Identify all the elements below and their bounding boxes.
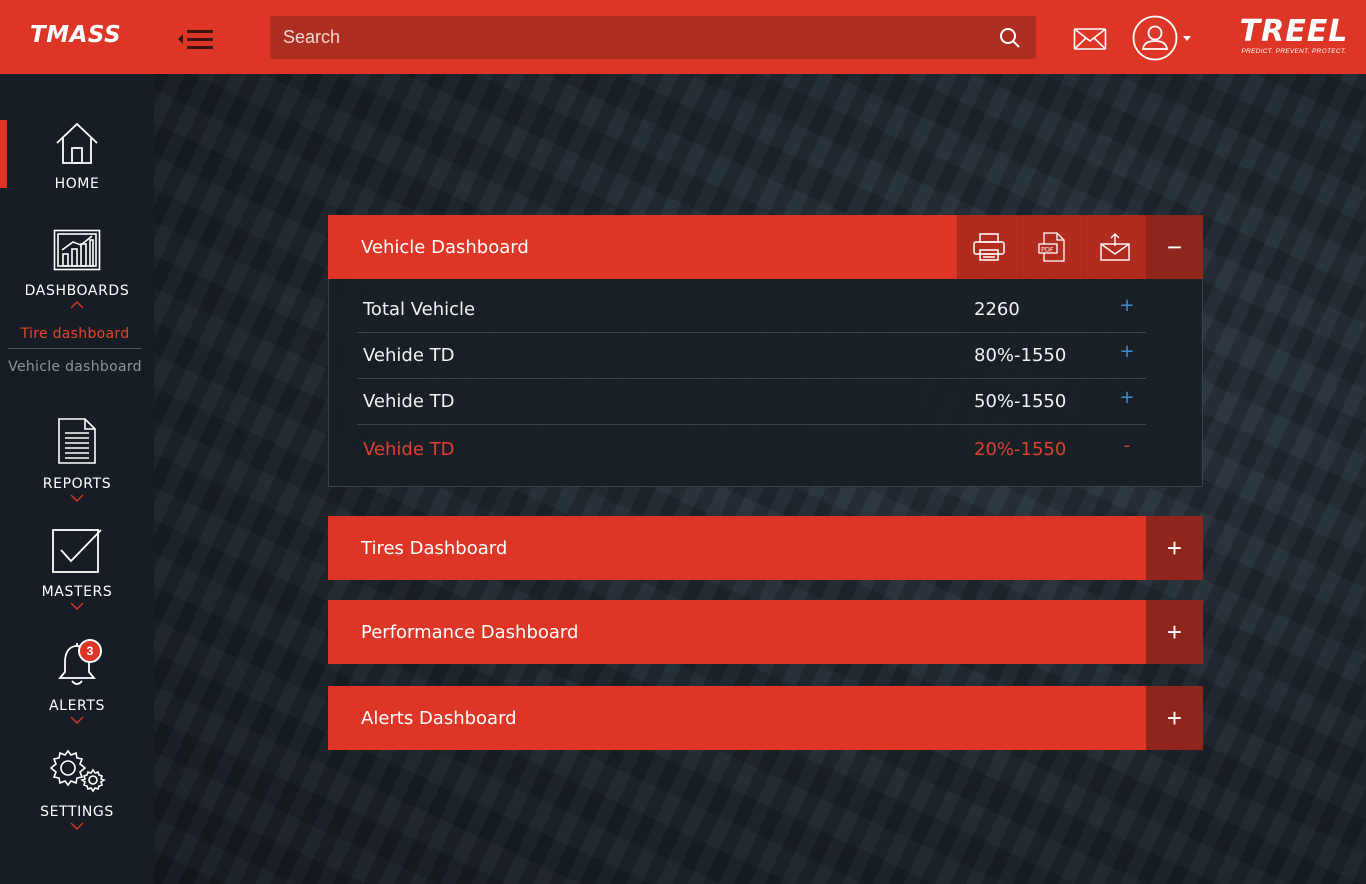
menu-toggle-button[interactable] (178, 26, 226, 52)
treel-logo: TREEL PREDICT. PREVENT. PROTECT. (1238, 16, 1350, 60)
sidebar-item-label: REPORTS (42, 476, 112, 492)
logo-wordmark: TREEL (1239, 14, 1349, 49)
sidebar-item-masters[interactable]: MASTERS (0, 528, 154, 610)
sidebar-item-label: SETTINGS (40, 804, 114, 820)
row-label: Vehide TD (363, 345, 455, 366)
checkbox-icon (52, 529, 102, 573)
pdf-button[interactable]: PDF (1020, 215, 1083, 279)
sidebar-item-label: DASHBOARDS (24, 283, 130, 299)
chevron-down-icon[interactable] (70, 716, 84, 724)
chevron-down-icon[interactable] (70, 494, 84, 502)
performance-dashboard-panel: Performance Dashboard + (328, 600, 1203, 664)
sidebar-subitem-vehicle-dashboard[interactable]: Vehicle dashboard (8, 359, 142, 375)
user-avatar-icon[interactable] (1132, 15, 1178, 61)
sidebar-item-label: HOME (54, 176, 100, 192)
row-value: 2260 (974, 299, 1020, 320)
alerts-count-badge: 3 (78, 639, 102, 663)
svg-text:PDF: PDF (1041, 246, 1054, 254)
app-brand[interactable]: TMASS (30, 22, 121, 48)
sidebar-item-label: MASTERS (41, 584, 113, 600)
panel-header[interactable]: Alerts Dashboard + (328, 686, 1203, 750)
chevron-down-icon[interactable] (70, 822, 84, 830)
sidebar-item-reports[interactable]: REPORTS (0, 417, 154, 502)
row-label: Vehide TD (363, 391, 455, 412)
collapse-button[interactable]: − (1146, 215, 1203, 279)
table-row: Vehide TD 50%-1550 + (357, 379, 1146, 425)
panel-header[interactable]: Performance Dashboard + (328, 600, 1203, 664)
pdf-file-icon: PDF (1038, 232, 1065, 262)
top-bar: TMASS TREEL PREDICT. PREVENT. PROTECT. (0, 0, 1366, 74)
panel-body: Total Vehicle 2260 + Vehide TD 80%-1550 … (328, 279, 1203, 487)
search-bar (270, 16, 1036, 59)
mail-upload-icon (1100, 233, 1130, 261)
panel-title: Alerts Dashboard (361, 707, 517, 729)
alerts-dashboard-panel: Alerts Dashboard + (328, 686, 1203, 750)
expand-button[interactable]: + (1146, 516, 1203, 580)
email-button[interactable] (1083, 215, 1146, 279)
sidebar-item-alerts[interactable]: ALERTS (0, 642, 154, 724)
gears-icon (49, 749, 106, 793)
table-row: Vehide TD 80%-1550 + (357, 333, 1146, 379)
row-value: 50%-1550 (974, 391, 1067, 412)
sidebar-item-label: ALERTS (49, 698, 105, 714)
panel-title: Performance Dashboard (361, 621, 579, 643)
row-label: Vehide TD (363, 439, 455, 460)
printer-icon (973, 233, 1005, 261)
print-button[interactable] (957, 215, 1020, 279)
search-icon[interactable] (998, 26, 1022, 50)
caret-left-icon (178, 34, 183, 44)
row-value: 80%-1550 (974, 345, 1067, 366)
chevron-up-icon[interactable] (70, 301, 84, 309)
sidebar-item-home[interactable]: HOME (0, 120, 154, 192)
panel-header[interactable]: Vehicle Dashboard PDF − (328, 215, 1203, 279)
expand-row-button[interactable]: + (1117, 387, 1137, 408)
row-value: 20%-1550 (974, 439, 1067, 460)
sidebar-subitem-tire-dashboard[interactable]: Tire dashboard (8, 326, 142, 349)
sidebar: HOME DASHBOARDS Tire dashboard Vehicle d… (0, 74, 154, 884)
hamburger-icon (187, 29, 213, 49)
row-label: Total Vehicle (363, 299, 476, 320)
mail-icon[interactable] (1073, 27, 1107, 51)
search-input[interactable] (270, 16, 990, 59)
sidebar-item-dashboards[interactable]: DASHBOARDS (0, 229, 154, 309)
vehicle-dashboard-panel: Vehicle Dashboard PDF − Total Vehicle 22… (328, 215, 1203, 487)
expand-row-button[interactable]: + (1117, 295, 1137, 316)
expand-button[interactable]: + (1146, 686, 1203, 750)
dashboard-chart-icon (53, 229, 101, 271)
document-icon (58, 418, 96, 464)
panel-title: Vehicle Dashboard (361, 236, 529, 258)
expand-row-button[interactable]: + (1117, 341, 1137, 362)
panel-title: Tires Dashboard (361, 537, 508, 559)
expand-button[interactable]: + (1146, 600, 1203, 664)
tires-dashboard-panel: Tires Dashboard + (328, 516, 1203, 580)
main-content: Vehicle Dashboard PDF − Total Vehicle 22… (154, 74, 1366, 884)
table-row: Vehide TD 20%-1550 - (357, 427, 1146, 473)
chevron-down-icon[interactable] (1183, 36, 1191, 41)
sidebar-item-settings[interactable]: SETTINGS (0, 748, 154, 830)
home-icon (56, 122, 98, 164)
logo-tagline: PREDICT. PREVENT. PROTECT. (1241, 48, 1347, 55)
chevron-down-icon[interactable] (70, 602, 84, 610)
collapse-row-button[interactable]: - (1117, 435, 1137, 456)
table-row: Total Vehicle 2260 + (357, 287, 1146, 333)
panel-header[interactable]: Tires Dashboard + (328, 516, 1203, 580)
